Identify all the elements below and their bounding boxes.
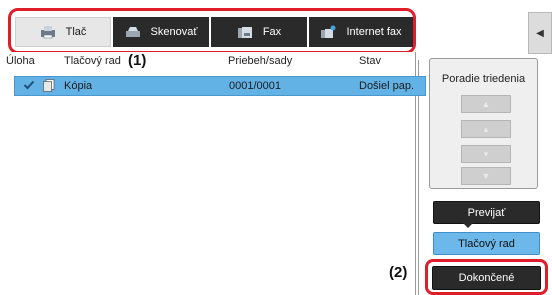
move-down-button[interactable]: ▾ (461, 145, 511, 163)
tab-scan[interactable]: Skenovať (113, 17, 209, 47)
move-bottom-button[interactable]: ▼ (461, 167, 511, 185)
selection-pointer (463, 223, 473, 228)
column-header-status: Stav (359, 55, 382, 67)
table-row[interactable]: Kópia 0001/0001 Došiel pap. (14, 76, 426, 96)
callout-2: (2) (389, 264, 408, 281)
internet-fax-icon (320, 25, 336, 39)
column-header-queue: Tlačový rad (64, 55, 121, 67)
scanner-icon (125, 25, 141, 39)
move-top-button[interactable]: ▲ (461, 95, 511, 113)
tab-internet-fax[interactable]: Internet fax (309, 17, 413, 47)
tab-internet-fax-label: Internet fax (346, 26, 402, 38)
column-header-task: Úloha (6, 55, 35, 67)
sort-order-panel: Poradie triedenia ▲ ▴ ▾ ▼ (429, 58, 538, 189)
tab-print[interactable]: Tlač (15, 17, 111, 47)
mode-tab-bar: Tlač Skenovať Fax Internet fax (8, 8, 416, 54)
tab-fax[interactable]: Fax (211, 17, 307, 47)
job-status: Došiel pap. (359, 80, 415, 92)
job-status-screen: Tlač Skenovať Fax Internet fax ◀ Úloha T… (0, 0, 552, 295)
move-down-icon: ▾ (483, 148, 489, 159)
finished-button-frame: Dokončené (425, 259, 548, 295)
print-queue-button[interactable]: Tlačový rad (433, 232, 540, 255)
sort-order-title: Poradie triedenia (441, 73, 526, 85)
move-top-icon: ▲ (481, 99, 491, 109)
job-progress: 0001/0001 (229, 80, 281, 92)
move-bottom-icon: ▼ (481, 171, 491, 181)
job-name: Kópia (64, 80, 93, 92)
mode-tabs: Tlač Skenovať Fax Internet fax (15, 17, 413, 47)
move-up-icon: ▴ (483, 123, 489, 134)
tab-fax-label: Fax (262, 26, 282, 38)
move-up-button[interactable]: ▴ (461, 120, 511, 138)
callout-1: (1) (128, 52, 147, 69)
chevron-left-icon: ◀ (536, 27, 544, 39)
column-header-progress: Priebeh/sady (228, 55, 293, 67)
spool-button[interactable]: Previjať (433, 201, 540, 224)
tab-print-label: Tlač (65, 26, 87, 38)
finished-button[interactable]: Dokončené (432, 266, 541, 290)
checkmark-icon (23, 79, 35, 94)
tab-scan-label: Skenovať (150, 26, 198, 38)
printer-icon (40, 25, 56, 39)
fax-icon (237, 25, 253, 39)
side-panel-handle[interactable]: ◀ (528, 12, 552, 54)
copy-job-icon (43, 79, 55, 95)
